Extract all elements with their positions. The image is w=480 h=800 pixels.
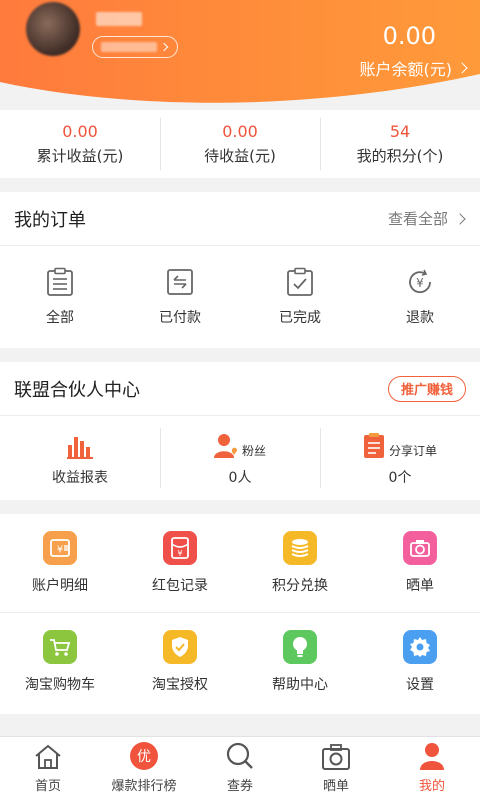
user-icon [420, 743, 444, 770]
yen-refund-icon: ¥ [409, 269, 431, 294]
header-wave [0, 74, 480, 110]
chevron-right-icon [456, 62, 468, 74]
grid-points-exchange[interactable]: 积分兑换 [240, 514, 360, 612]
svg-text:¥: ¥ [177, 549, 182, 558]
shared-orders-caption: 分享订单 [388, 444, 437, 458]
grid-label: 淘宝授权 [152, 676, 208, 693]
grid-label: 红包记录 [152, 578, 208, 594]
grid-help-center[interactable]: 帮助中心 [240, 613, 360, 710]
order-filter-refund[interactable]: ¥ 退款 [360, 246, 480, 348]
clipboard-check-icon [287, 267, 313, 296]
tab-home[interactable]: 首页 [0, 737, 96, 800]
tab-label: 爆款排行榜 [111, 779, 177, 794]
stat-value: 0.00 [62, 122, 98, 141]
stat-label: 待收益(元) [204, 147, 276, 165]
stat-my-points[interactable]: 54 我的积分(个) [320, 110, 480, 178]
nickname-blurred [96, 12, 142, 26]
user-heart-icon [213, 434, 237, 458]
stat-value: 0.00 [222, 122, 258, 141]
alliance-partner-section: 联盟合伙人中心 推广赚钱 收益报表 粉丝 0人 分享订单 0个 [0, 362, 480, 500]
shared-orders-value: 0个 [388, 470, 412, 486]
grid-label: 晒单 [406, 578, 434, 594]
fans-count[interactable]: 粉丝 0人 [160, 416, 320, 500]
tab-mine[interactable]: 我的 [384, 737, 480, 800]
alliance-header: 联盟合伙人中心 推广赚钱 [0, 362, 480, 416]
order-filter-completed[interactable]: 已完成 [240, 246, 360, 348]
ally-label: 收益报表 [52, 470, 108, 486]
see-all-label: 查看全部 [387, 210, 448, 228]
lightbulb-icon [283, 629, 317, 664]
svg-text:¥: ¥ [57, 545, 63, 556]
camera-icon [403, 531, 437, 565]
fans-value: 0人 [228, 470, 252, 486]
stat-value: 54 [389, 122, 411, 141]
tab-label: 首页 [34, 779, 61, 794]
grid-label: 账户明细 [32, 578, 88, 594]
member-level-pill[interactable] [92, 36, 178, 58]
avatar[interactable] [26, 2, 80, 56]
you-badge-icon: 优 [130, 742, 158, 770]
wallet-icon: ¥ [43, 531, 77, 565]
function-grid: ¥ 账户明细 ¥ 红包记录 积分兑换 晒单 淘宝购物车 淘宝授权 帮助中心 设置 [0, 514, 480, 714]
order-filter-paid[interactable]: 已付款 [120, 246, 240, 348]
grid-taobao-auth[interactable]: 淘宝授权 [120, 613, 240, 710]
order-list-icon [363, 433, 384, 458]
coins-stack-icon [283, 531, 317, 565]
see-all-orders-link[interactable]: 查看全部 [387, 208, 466, 229]
orders-header: 我的订单 查看全部 [0, 192, 480, 246]
search-icon [226, 742, 253, 769]
stat-pending-earnings[interactable]: 0.00 待收益(元) [160, 110, 320, 178]
cart-icon [43, 629, 77, 664]
clipboard-list-icon [47, 267, 73, 296]
chevron-right-icon [454, 212, 466, 225]
tab-label: 晒单 [322, 779, 349, 794]
order-filter-all[interactable]: 全部 [0, 246, 120, 348]
tab-share-order[interactable]: 晒单 [288, 737, 384, 800]
fans-caption: 粉丝 [241, 444, 266, 458]
profile-header: 0.00 账户余额(元) [0, 0, 480, 110]
home-icon [35, 744, 61, 769]
grid-label: 积分兑换 [272, 578, 328, 594]
tab-label: 我的 [418, 779, 445, 794]
shared-orders[interactable]: 分享订单 0个 [320, 416, 480, 500]
shield-check-icon [163, 629, 197, 664]
tab-coupon-search[interactable]: 查券 [192, 737, 288, 800]
bar-chart-icon [67, 437, 93, 459]
promote-earn-button[interactable]: 推广赚钱 [387, 375, 466, 402]
order-filter-label: 已完成 [279, 310, 321, 326]
grid-account-details[interactable]: ¥ 账户明细 [0, 514, 120, 612]
payment-return-icon [167, 269, 193, 295]
grid-red-envelope-records[interactable]: ¥ 红包记录 [120, 514, 240, 612]
red-envelope-icon: ¥ [163, 531, 197, 565]
tab-hot-ranking[interactable]: 优 爆款排行榜 [96, 737, 192, 800]
earnings-stats: 0.00 累计收益(元) 0.00 待收益(元) 54 我的积分(个) [0, 110, 480, 178]
order-filter-label: 全部 [46, 310, 74, 326]
stat-label: 我的积分(个) [356, 147, 444, 165]
grid-label: 设置 [406, 676, 434, 693]
order-filter-label: 已付款 [159, 310, 201, 326]
gear-icon [403, 629, 437, 664]
badge-text: 优 [137, 749, 151, 765]
member-level-blurred [101, 42, 157, 52]
grid-share-order[interactable]: 晒单 [360, 514, 480, 612]
my-orders-section: 我的订单 查看全部 全部 已付款 已完成 ¥ 退款 [0, 192, 480, 348]
svg-text:¥: ¥ [416, 276, 424, 290]
section-title: 我的订单 [14, 209, 86, 231]
earnings-report[interactable]: 收益报表 [0, 416, 160, 500]
bottom-tab-bar: 首页 优 爆款排行榜 查券 晒单 我的 [0, 736, 480, 800]
order-filter-label: 退款 [406, 310, 434, 326]
grid-label: 淘宝购物车 [25, 676, 95, 693]
tab-label: 查券 [226, 779, 253, 794]
account-balance-value[interactable]: 0.00 [383, 22, 436, 50]
grid-label: 帮助中心 [272, 676, 328, 693]
camera-icon [322, 744, 350, 770]
chevron-right-icon [159, 42, 169, 52]
grid-taobao-cart[interactable]: 淘宝购物车 [0, 613, 120, 710]
grid-settings[interactable]: 设置 [360, 613, 480, 710]
stat-total-earnings[interactable]: 0.00 累计收益(元) [0, 110, 160, 178]
stat-label: 累计收益(元) [36, 147, 124, 165]
section-title: 联盟合伙人中心 [14, 379, 140, 401]
